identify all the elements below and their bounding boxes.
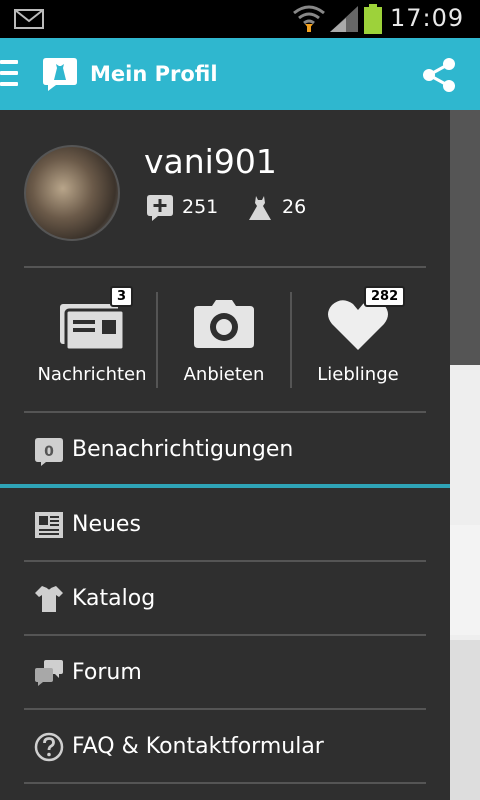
gmail-icon bbox=[14, 9, 44, 29]
quick-action-offer[interactable]: Anbieten bbox=[158, 286, 290, 396]
notifications-label: Benachrichtigungen bbox=[72, 437, 294, 462]
menu-item-label: FAQ & Kontaktformular bbox=[72, 734, 324, 759]
page-title: Mein Profil bbox=[90, 62, 218, 86]
menu-item-label: Katalog bbox=[72, 586, 156, 611]
question-icon bbox=[34, 732, 64, 762]
menu-item-news[interactable]: Neues bbox=[0, 488, 450, 562]
favorites-badge: 282 bbox=[364, 286, 406, 307]
background-panel bbox=[450, 525, 480, 635]
app-logo-icon bbox=[43, 58, 77, 91]
background-content bbox=[450, 110, 480, 800]
menu-item-catalog[interactable]: Katalog bbox=[0, 562, 450, 636]
quick-action-label: Anbieten bbox=[183, 364, 265, 385]
divider bbox=[24, 782, 426, 784]
navigation-drawer: vani901 251 26 3 Nachrichten Anbieten 28… bbox=[0, 110, 450, 800]
chat-bubbles-icon bbox=[35, 660, 63, 686]
quick-action-label: Lieblinge bbox=[317, 364, 399, 385]
app-bar: Mein Profil bbox=[0, 38, 480, 110]
divider bbox=[24, 266, 426, 268]
stat-value: 26 bbox=[282, 196, 307, 218]
quick-action-favorites[interactable]: 282 Lieblinge bbox=[292, 286, 424, 396]
signal-icon bbox=[330, 6, 358, 32]
quick-action-messages[interactable]: 3 Nachrichten bbox=[26, 286, 158, 396]
hamburger-menu-icon[interactable] bbox=[0, 60, 18, 86]
stat-value: 251 bbox=[182, 196, 219, 218]
notification-bubble-icon: 0 bbox=[35, 438, 63, 466]
background-panel bbox=[450, 640, 480, 800]
quick-action-label: Nachrichten bbox=[37, 364, 147, 385]
menu-item-label: Neues bbox=[72, 512, 141, 537]
camera-icon bbox=[194, 300, 254, 348]
messages-icon bbox=[60, 304, 126, 352]
newspaper-icon bbox=[35, 512, 63, 538]
menu-item-forum[interactable]: Forum bbox=[0, 636, 450, 710]
status-bar: 17:09 bbox=[0, 0, 480, 38]
notification-count: 0 bbox=[44, 444, 54, 460]
username: vani901 bbox=[144, 142, 277, 181]
battery-icon bbox=[364, 4, 382, 34]
wifi-icon bbox=[293, 5, 325, 32]
share-icon[interactable] bbox=[420, 56, 458, 94]
menu-item-label: Forum bbox=[72, 660, 142, 685]
dress-icon bbox=[249, 196, 271, 220]
menu-item-faq[interactable]: FAQ & Kontaktformular bbox=[0, 710, 450, 784]
clock: 17:09 bbox=[390, 4, 465, 32]
speech-plus-icon bbox=[147, 195, 173, 221]
messages-badge: 3 bbox=[110, 286, 134, 307]
notifications-item[interactable]: 0 Benachrichtigungen bbox=[0, 412, 450, 488]
stat-comments: 251 bbox=[146, 194, 226, 222]
avatar[interactable] bbox=[24, 145, 120, 241]
stat-items: 26 bbox=[246, 194, 316, 222]
clothes-icon bbox=[35, 586, 63, 612]
